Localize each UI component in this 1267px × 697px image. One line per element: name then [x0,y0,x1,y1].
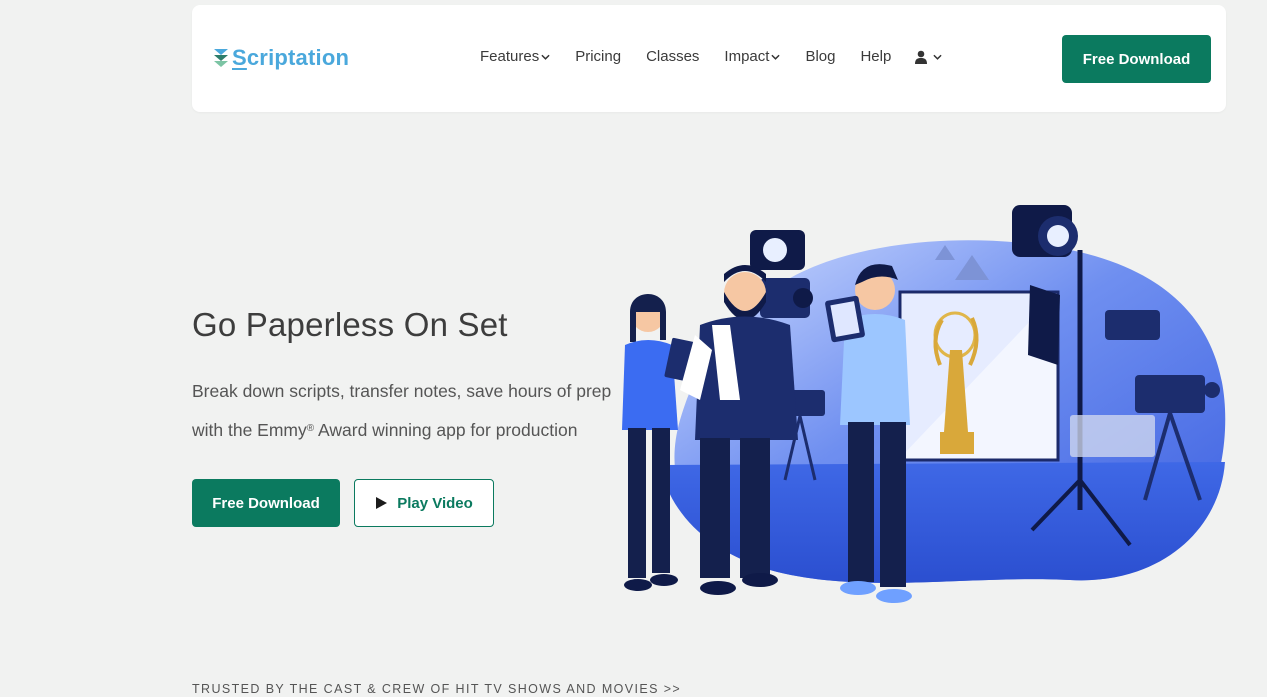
scriptation-logo[interactable]: Scriptation [212,45,349,71]
nav-help[interactable]: Help [860,48,891,65]
play-video-button[interactable]: Play Video [354,479,494,527]
header-free-download-button[interactable]: Free Download [1062,35,1211,83]
main-nav: Features Pricing Classes Impact Blog Hel… [480,48,942,65]
nav-impact[interactable]: Impact [724,48,781,65]
play-icon [376,497,388,509]
hero-subtitle-line2-pre: with the Emmy [192,420,307,440]
nav-blog[interactable]: Blog [805,48,835,65]
chevron-down-icon [771,54,781,60]
nav-pricing-label: Pricing [575,48,622,65]
film-crew-illustration [622,205,1226,603]
nav-impact-label: Impact [724,48,770,65]
play-video-label: Play Video [397,494,473,512]
logo-wordmark: Scriptation [232,45,350,70]
hero-subtitle-line2-post: Award winning app for production [314,420,578,440]
trusted-by-banner[interactable]: TRUSTED BY THE CAST & CREW OF HIT TV SHO… [192,682,681,696]
site-header: Scriptation Features Pricing Classes Imp… [192,5,1226,112]
hero-title: Go Paperless On Set [192,306,508,343]
nav-blog-label: Blog [805,48,836,65]
page: Scriptation Features Pricing Classes Imp… [0,0,1267,697]
hero-subtitle: Break down scripts, transfer notes, save… [192,372,622,450]
nav-classes-label: Classes [646,48,700,65]
user-menu[interactable] [915,50,942,64]
chevron-down-icon [541,54,550,60]
user-icon [915,50,928,64]
hero-subtitle-line1: Break down scripts, transfer notes, save… [192,381,612,401]
nav-help-label: Help [860,48,892,65]
nav-features-label: Features [480,48,540,65]
hero-free-download-button[interactable]: Free Download [192,479,340,527]
chevron-down-icon [933,54,942,60]
nav-pricing[interactable]: Pricing [575,48,621,65]
nav-classes[interactable]: Classes [646,48,699,65]
registered-mark: ® [306,423,315,434]
nav-features[interactable]: Features [480,48,550,65]
scriptation-logo-icon [214,49,228,67]
